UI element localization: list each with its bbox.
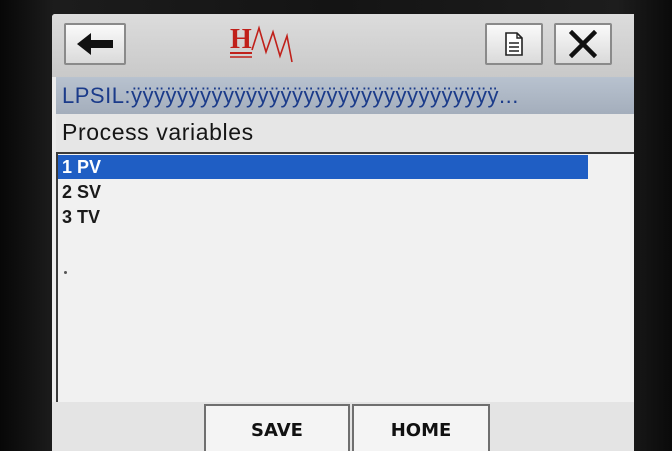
- device-tag-bar: LPSIL:ÿÿÿÿÿÿÿÿÿÿÿÿÿÿÿÿÿÿÿÿÿÿÿÿÿÿÿÿÿÿÿÿ..…: [56, 77, 634, 114]
- device-screen: H LPSIL:ÿÿÿÿÿÿÿÿÿÿÿÿÿÿÿÿÿÿÿÿÿÿÿÿÿÿÿÿÿÿÿÿ…: [52, 14, 634, 451]
- logo-letter: H: [230, 24, 252, 55]
- close-x-icon: [569, 30, 597, 58]
- hart-logo: H: [230, 24, 293, 63]
- document-icon: [505, 32, 523, 56]
- document-button[interactable]: [485, 23, 543, 65]
- home-softkey[interactable]: HOME: [352, 404, 490, 451]
- stray-dot: [64, 271, 67, 274]
- menu-list: 1 PV 2 SV 3 TV: [56, 152, 634, 402]
- header-bar: H: [52, 14, 634, 77]
- save-softkey[interactable]: SAVE: [204, 404, 350, 451]
- close-button[interactable]: [554, 23, 612, 65]
- arrow-left-icon: [77, 33, 113, 55]
- back-button[interactable]: [64, 23, 126, 65]
- menu-item-sv[interactable]: 2 SV: [58, 180, 588, 204]
- menu-item-tv[interactable]: 3 TV: [58, 205, 588, 229]
- softkey-bar: SAVE HOME: [52, 402, 634, 451]
- menu-item-pv[interactable]: 1 PV: [58, 155, 588, 179]
- menu-title: Process variables: [56, 114, 634, 152]
